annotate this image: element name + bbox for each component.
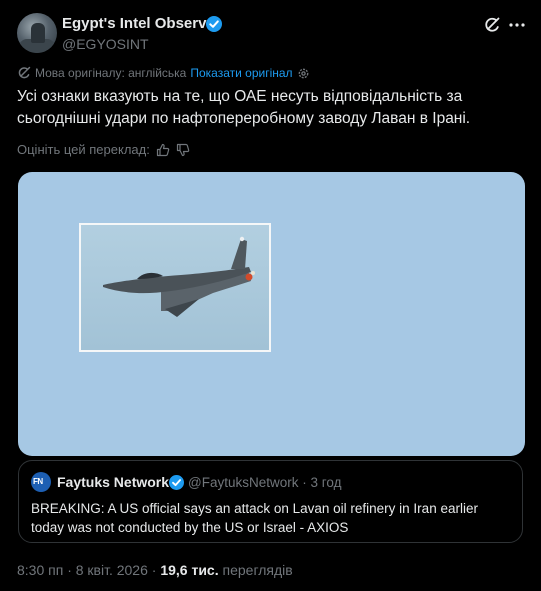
rate-translation-row: Оцініть цей переклад: bbox=[17, 142, 190, 157]
author-name[interactable]: Egypt's Intel Observer bbox=[62, 15, 221, 32]
grok-icon[interactable] bbox=[483, 16, 501, 34]
thumbs-up-icon[interactable] bbox=[156, 143, 170, 157]
author-handle[interactable]: @EGYOSINT bbox=[62, 36, 149, 52]
post-timestamp[interactable]: 8:30 пп · 8 квіт. 2026 · bbox=[17, 562, 156, 578]
thumbs-down-icon[interactable] bbox=[176, 143, 190, 157]
verified-badge-icon[interactable] bbox=[206, 16, 222, 32]
quoted-handle-time: @FaytuksNetwork · 3 год bbox=[188, 475, 342, 490]
quoted-text: BREAKING: A US official says an attack o… bbox=[31, 501, 478, 535]
jet-photo-inset bbox=[79, 223, 271, 352]
rate-label: Оцініть цей переклад: bbox=[17, 142, 150, 157]
post-meta: 8:30 пп · 8 квіт. 2026 · 19,6 тис. перег… bbox=[17, 562, 293, 578]
translate-icon bbox=[18, 66, 31, 79]
post-text: Усі ознаки вказують на те, що ОАЕ несуть… bbox=[17, 88, 471, 127]
views-label: переглядів bbox=[222, 562, 293, 578]
show-original-link[interactable]: Показати оригінал bbox=[190, 66, 292, 80]
quoted-author-name: Faytuks Network bbox=[57, 474, 170, 490]
more-icon[interactable] bbox=[508, 16, 526, 34]
post-image[interactable] bbox=[18, 172, 525, 456]
author-avatar[interactable] bbox=[17, 13, 57, 53]
views-count: 19,6 тис. bbox=[160, 562, 219, 578]
gear-icon[interactable] bbox=[297, 67, 310, 80]
quoted-post[interactable]: FN Faytuks Network @FaytuksNetwork · 3 г… bbox=[18, 460, 523, 543]
quoted-avatar[interactable]: FN bbox=[31, 472, 51, 492]
translation-row: Мова оригіналу: англійська Показати ориг… bbox=[17, 66, 310, 80]
quoted-verified-badge-icon bbox=[169, 475, 184, 490]
original-language-label: Мова оригіналу: англійська bbox=[35, 66, 187, 80]
